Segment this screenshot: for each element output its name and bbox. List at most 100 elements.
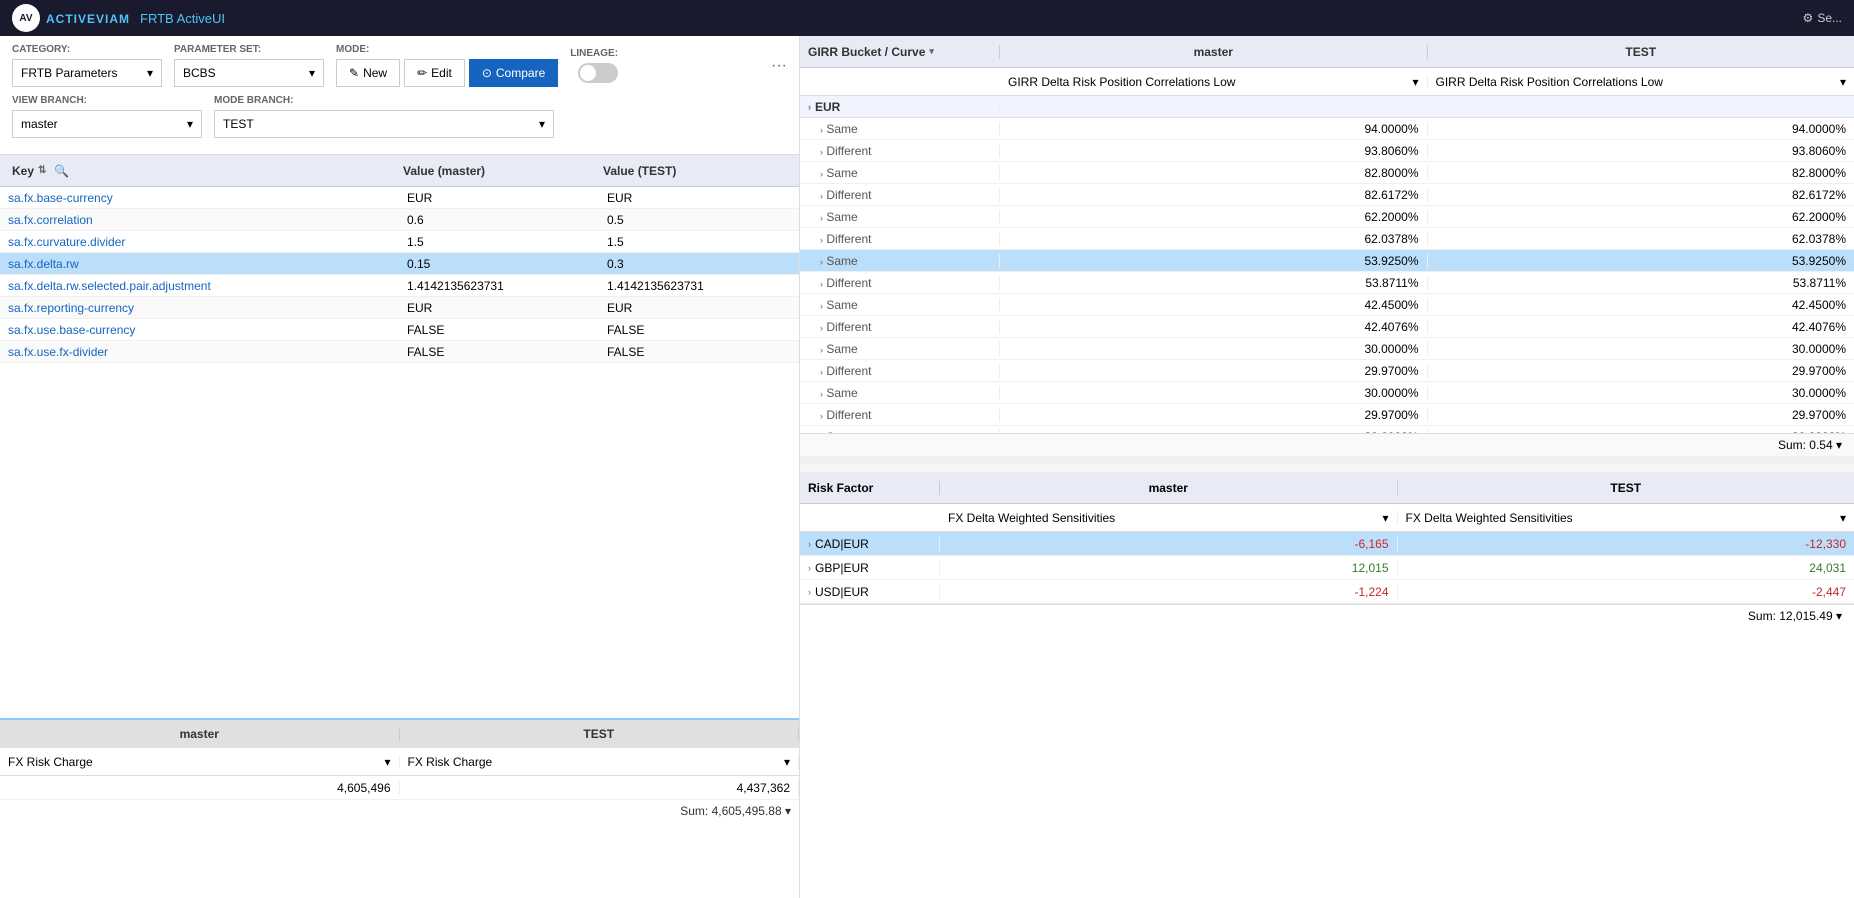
bottom-master-dropdown-icon: ▾ bbox=[384, 755, 390, 769]
girr-label-cell: › Same bbox=[800, 210, 1000, 224]
sort-icon[interactable]: ⇅ bbox=[38, 165, 46, 176]
girr-test-cell: 42.4076% bbox=[1428, 320, 1854, 334]
girr-label-cell: › Same bbox=[800, 122, 1000, 136]
bottom-sub-header: FX Risk Charge ▾ FX Risk Charge ▾ bbox=[0, 748, 799, 776]
bottom-master-sub[interactable]: FX Risk Charge ▾ bbox=[0, 755, 400, 769]
lineage-group: LINEAGE: bbox=[570, 48, 618, 83]
girr-data-row[interactable]: › Same 82.8000% 82.8000% bbox=[800, 162, 1854, 184]
param-master-cell: EUR bbox=[399, 301, 599, 315]
chevron-right-icon: › bbox=[820, 125, 823, 135]
girr-test-cell: 62.0378% bbox=[1428, 232, 1854, 246]
mode-branch-select[interactable]: TEST ▾ bbox=[214, 110, 554, 138]
view-branch-group: VIEW BRANCH: master ▾ bbox=[12, 95, 202, 138]
girr-master-cell: 82.8000% bbox=[1000, 166, 1428, 180]
mode-branch-group: MODE BRANCH: TEST ▾ bbox=[214, 95, 554, 138]
more-options-button[interactable]: ··· bbox=[771, 58, 787, 74]
girr-master-col-header: master bbox=[1000, 45, 1428, 59]
rf-master-sub[interactable]: FX Delta Weighted Sensitivities ▾ bbox=[940, 511, 1398, 525]
param-table-row[interactable]: sa.fx.curvature.divider 1.5 1.5 bbox=[0, 231, 799, 253]
girr-data-row[interactable]: › Same 94.0000% 94.0000% bbox=[800, 118, 1854, 140]
param-test-cell: FALSE bbox=[599, 345, 799, 359]
bottom-test-sub[interactable]: FX Risk Charge ▾ bbox=[400, 755, 800, 769]
rf-test-sub[interactable]: FX Delta Weighted Sensitivities ▾ bbox=[1398, 511, 1854, 525]
bottom-sum-row[interactable]: Sum: 4,605,495.88 ▾ bbox=[0, 800, 799, 822]
new-button[interactable]: ✎ New bbox=[336, 59, 400, 87]
category-group: CATEGORY: FRTB Parameters ▾ bbox=[12, 44, 162, 87]
settings-button[interactable]: ⚙ Se... bbox=[1803, 11, 1842, 25]
param-table-row[interactable]: sa.fx.delta.rw 0.15 0.3 bbox=[0, 253, 799, 275]
chevron-right-icon: › bbox=[808, 539, 811, 549]
param-table-row[interactable]: sa.fx.reporting-currency EUR EUR bbox=[0, 297, 799, 319]
rf-label-cell: › USD|EUR bbox=[800, 585, 940, 599]
girr-test-cell: 42.4500% bbox=[1428, 298, 1854, 312]
param-table-row[interactable]: sa.fx.base-currency EUR EUR bbox=[0, 187, 799, 209]
mode-group: MODE: ✎ New ✏ Edit ⊙ Compare bbox=[336, 44, 558, 87]
girr-label-cell: › Different bbox=[800, 364, 1000, 378]
mode-buttons: ✎ New ✏ Edit ⊙ Compare bbox=[336, 59, 558, 87]
brand-name: ACTIVEVIAM bbox=[46, 11, 130, 26]
girr-data-row[interactable]: › Same 42.4500% 42.4500% bbox=[800, 294, 1854, 316]
girr-data-row[interactable]: › Different 29.9700% 29.9700% bbox=[800, 360, 1854, 382]
view-branch-select[interactable]: master ▾ bbox=[12, 110, 202, 138]
rf-master-cell: 12,015 bbox=[940, 561, 1398, 575]
search-icon[interactable]: 🔍 bbox=[54, 164, 69, 178]
param-master-cell: EUR bbox=[399, 191, 599, 205]
girr-data-row[interactable]: › Same 53.9250% 53.9250% bbox=[800, 250, 1854, 272]
girr-sub-header: GIRR Delta Risk Position Correlations Lo… bbox=[800, 68, 1854, 96]
girr-data-row[interactable]: › Same 30.0000% 30.0000% bbox=[800, 426, 1854, 433]
lineage-label: LINEAGE: bbox=[570, 48, 618, 59]
girr-test-cell: 82.6172% bbox=[1428, 188, 1854, 202]
param-key-cell: sa.fx.correlation bbox=[0, 213, 399, 227]
girr-group-eur: › EUR bbox=[800, 96, 1854, 118]
girr-dropdown-icon[interactable]: ▾ bbox=[929, 46, 934, 57]
rf-data-row[interactable]: › USD|EUR -1,224 -2,447 bbox=[800, 580, 1854, 604]
top-navigation: AV ACTIVEVIAM FRTB ActiveUI ⚙ Se... bbox=[0, 0, 1854, 36]
chevron-right-icon: › bbox=[820, 257, 823, 267]
girr-data-row[interactable]: › Same 62.2000% 62.2000% bbox=[800, 206, 1854, 228]
compare-button[interactable]: ⊙ Compare bbox=[469, 59, 558, 87]
girr-data-row[interactable]: › Same 30.0000% 30.0000% bbox=[800, 382, 1854, 404]
girr-test-cell: 30.0000% bbox=[1428, 342, 1854, 356]
edit-icon: ✏ bbox=[417, 66, 427, 80]
param-test-cell: EUR bbox=[599, 301, 799, 315]
bottom-test-col-header: TEST bbox=[400, 727, 800, 741]
rf-sum-row[interactable]: Sum: 12,015.49 ▾ bbox=[800, 604, 1854, 627]
girr-data-row[interactable]: › Different 42.4076% 42.4076% bbox=[800, 316, 1854, 338]
girr-data-row[interactable]: › Different 53.8711% 53.8711% bbox=[800, 272, 1854, 294]
chevron-right-icon: › bbox=[820, 301, 823, 311]
rf-data-row[interactable]: › GBP|EUR 12,015 24,031 bbox=[800, 556, 1854, 580]
param-key-cell: sa.fx.base-currency bbox=[0, 191, 399, 205]
girr-label-cell: › Different bbox=[800, 232, 1000, 246]
girr-master-cell: 53.8711% bbox=[1000, 276, 1428, 290]
param-set-label: PARAMETER SET: bbox=[174, 44, 324, 55]
param-set-select[interactable]: BCBS ▾ bbox=[174, 59, 324, 87]
girr-master-sub[interactable]: GIRR Delta Risk Position Correlations Lo… bbox=[1000, 75, 1428, 89]
param-test-cell: 1.5 bbox=[599, 235, 799, 249]
lineage-toggle[interactable] bbox=[578, 63, 618, 83]
param-table-row[interactable]: sa.fx.delta.rw.selected.pair.adjustment … bbox=[0, 275, 799, 297]
param-table-row[interactable]: sa.fx.use.base-currency FALSE FALSE bbox=[0, 319, 799, 341]
girr-master-cell: 29.9700% bbox=[1000, 408, 1428, 422]
girr-data-row[interactable]: › Different 82.6172% 82.6172% bbox=[800, 184, 1854, 206]
param-test-cell: EUR bbox=[599, 191, 799, 205]
girr-test-cell: 93.8060% bbox=[1428, 144, 1854, 158]
param-table-section: Key ⇅ 🔍 Value (master) Value (TEST) sa.f… bbox=[0, 155, 799, 718]
param-table-row[interactable]: sa.fx.use.fx-divider FALSE FALSE bbox=[0, 341, 799, 363]
girr-data-row[interactable]: › Different 29.9700% 29.9700% bbox=[800, 404, 1854, 426]
girr-label-cell: › Same bbox=[800, 386, 1000, 400]
category-select[interactable]: FRTB Parameters ▾ bbox=[12, 59, 162, 87]
girr-sum-row[interactable]: Sum: 0.54 ▾ bbox=[800, 433, 1854, 456]
param-table-row[interactable]: sa.fx.correlation 0.6 0.5 bbox=[0, 209, 799, 231]
rf-master-cell: -1,224 bbox=[940, 585, 1398, 599]
girr-test-sub[interactable]: GIRR Delta Risk Position Correlations Lo… bbox=[1428, 75, 1854, 89]
rf-data-row[interactable]: › CAD|EUR -6,165 -12,330 bbox=[800, 532, 1854, 556]
girr-master-cell: 93.8060% bbox=[1000, 144, 1428, 158]
chevron-right-icon: › bbox=[820, 367, 823, 377]
mode-label: MODE: bbox=[336, 44, 558, 55]
chevron-right-icon: › bbox=[808, 587, 811, 597]
edit-button[interactable]: ✏ Edit bbox=[404, 59, 465, 87]
param-table-header: Key ⇅ 🔍 Value (master) Value (TEST) bbox=[0, 155, 799, 187]
girr-data-row[interactable]: › Same 30.0000% 30.0000% bbox=[800, 338, 1854, 360]
girr-data-row[interactable]: › Different 62.0378% 62.0378% bbox=[800, 228, 1854, 250]
girr-data-row[interactable]: › Different 93.8060% 93.8060% bbox=[800, 140, 1854, 162]
